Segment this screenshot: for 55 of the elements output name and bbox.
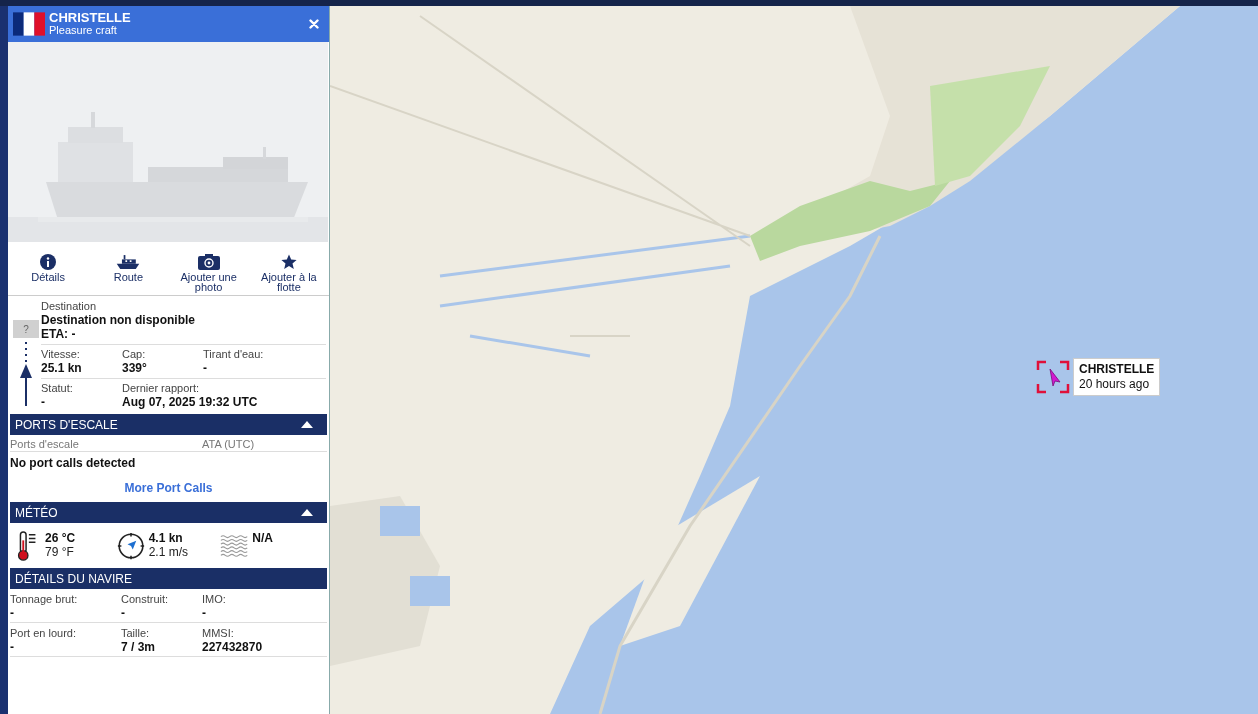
vessel-type: Pleasure craft: [49, 24, 118, 37]
field-label: IMO:: [202, 593, 227, 606]
field-value: -: [202, 606, 207, 620]
field-label: Dernier rapport:: [122, 382, 201, 395]
field-value: -: [41, 395, 46, 409]
field-label: Tirant d'eau:: [203, 348, 265, 361]
field-value: 227432870: [202, 640, 264, 654]
flag-icon: [13, 12, 45, 36]
weather-subvalue: 79 °F: [45, 545, 75, 559]
vessel-name: CHRISTELLE: [49, 11, 132, 24]
action-button[interactable]: Ajouter une photo: [168, 254, 249, 292]
field-value: -: [121, 606, 126, 620]
field-value: -: [203, 361, 208, 375]
compass-icon: [116, 531, 145, 561]
action-button[interactable]: Ajouter à la flotte: [248, 254, 329, 292]
info-icon: [40, 254, 57, 270]
weather-value: 26 °C: [45, 531, 76, 545]
section-header[interactable]: PORTS D'ESCALE: [10, 414, 327, 435]
vessel-label-time: 20 hours ago: [1079, 377, 1151, 392]
field-label: MMSI:: [202, 627, 235, 640]
action-button[interactable]: Route: [88, 254, 169, 292]
vessel-marker-icon[interactable]: [1036, 360, 1070, 394]
section-header: DÉTAILS DU NAVIRE: [10, 568, 327, 589]
field-label: Statut:: [41, 382, 74, 395]
field-label: Tonnage brut:: [10, 593, 79, 606]
action-button[interactable]: Détails: [8, 254, 89, 292]
weather-value: N/A: [252, 531, 273, 545]
field-label: Vitesse:: [41, 348, 81, 361]
camera-icon: [195, 254, 222, 270]
field-value: 339°: [122, 361, 148, 375]
destination-flag: ?: [13, 320, 39, 338]
field-label: Port en lourd:: [10, 627, 78, 640]
more-port-calls-link[interactable]: More Port Calls: [124, 481, 213, 495]
weather-subvalue: 2.1 m/s: [148, 545, 189, 559]
track-arrow-icon: [20, 342, 32, 406]
field-label: Taille:: [121, 627, 151, 640]
field-label: Construit:: [121, 593, 170, 606]
field-value: -: [10, 640, 15, 654]
column-header: Ports d'escale: [10, 438, 80, 451]
eta-value: ETA: -: [41, 327, 77, 341]
field-label: Cap:: [122, 348, 147, 361]
destination-label: Destination: [41, 300, 98, 313]
empty-message: No port calls detected: [10, 456, 137, 471]
field-value: 25.1 kn: [41, 361, 83, 375]
vessel-label-name: CHRISTELLE: [1079, 362, 1155, 377]
column-header: ATA (UTC): [202, 438, 255, 451]
field-value: Aug 07, 2025 19:32 UTC: [122, 395, 259, 409]
section-header[interactable]: MÉTÉO: [10, 502, 327, 523]
ship-icon: [115, 254, 142, 270]
field-value: 7 / 3m: [121, 640, 157, 654]
destination-value: Destination non disponible: [41, 313, 196, 327]
weather-value: 4.1 kn: [148, 531, 184, 545]
field-value: -: [10, 606, 15, 620]
star-icon: [280, 254, 297, 270]
close-icon[interactable]: [309, 19, 319, 29]
